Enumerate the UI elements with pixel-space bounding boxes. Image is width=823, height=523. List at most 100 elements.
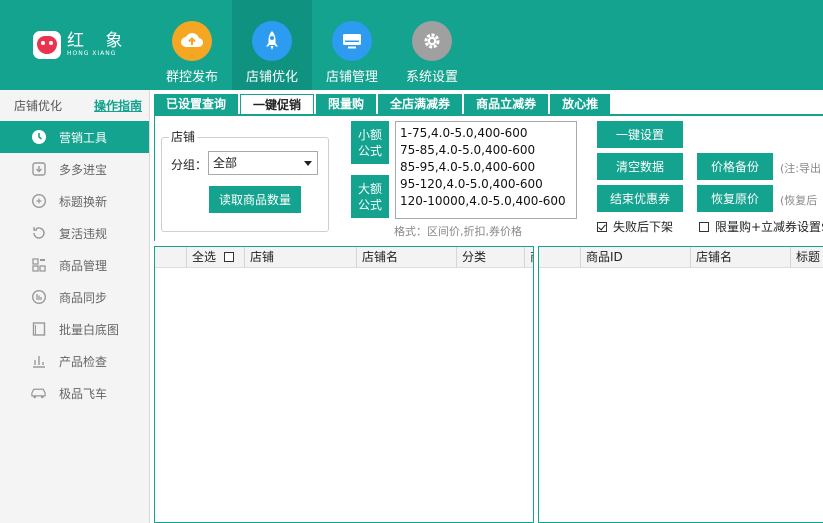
sidebar-item-product-check[interactable]: 产品检查 (0, 345, 149, 377)
column-header-goods[interactable]: 商 (524, 247, 533, 268)
grid-icon (30, 257, 47, 274)
end-coupon-button[interactable]: 结束优惠券 (597, 185, 683, 212)
column-header-category[interactable]: 分类 (456, 247, 524, 268)
sidebar-header: 店铺优化 操作指南 (0, 90, 149, 121)
tab-configured-query[interactable]: 已设置查询 (154, 94, 239, 114)
one-click-set-button[interactable]: 一键设置 (597, 121, 683, 148)
restore-note: (恢复后 (780, 194, 818, 207)
formula-hint: 格式：区间价,折扣,券价格 (394, 225, 522, 238)
goods-table-header: 商品ID 店铺名 标题 (539, 247, 823, 268)
sidebar-item-label: 商品管理 (59, 258, 108, 273)
goods-table: 商品ID 店铺名 标题 (538, 246, 823, 523)
sidebar-item-label: 极品飞车 (59, 386, 108, 401)
limit-buy-label: 限量购+立减券设置$ (715, 220, 823, 234)
sidebar-item-label: 复活违规 (59, 226, 108, 241)
topnav-label: 店铺管理 (325, 70, 378, 85)
revive-icon (30, 225, 47, 242)
sidebar-item-label: 产品检查 (59, 354, 108, 369)
topnav-publish[interactable]: 群控发布 (152, 0, 232, 90)
price-backup-button[interactable]: 价格备份 (697, 153, 773, 180)
large-formula-button[interactable]: 大额 公式 (351, 175, 389, 218)
formula-line: 95-120,4.0-5.0,400-600 (400, 177, 543, 191)
clock-icon (30, 129, 47, 146)
check-list-icon (30, 353, 47, 370)
gear-icon (412, 21, 452, 61)
shop-table-header: 全选 店铺 店铺名 分类 商 (155, 247, 533, 268)
sidebar-item-label: 批量白底图 (59, 322, 120, 337)
formula-textarea[interactable]: 1-75,4.0-5.0,400-600 75-85,4.0-5.0,400-6… (395, 121, 577, 219)
monitor-icon (332, 21, 372, 61)
promotion-tabs: 已设置查询 一键促销 限量购 全店满减券 商品立减券 放心推 (154, 94, 612, 114)
select-all-label: 全选 (192, 250, 217, 264)
read-goods-count-button[interactable]: 读取商品数量 (209, 186, 301, 213)
top-nav: 群控发布 店铺优化 店铺管理 系统设置 (152, 0, 472, 90)
sidebar-item-white-bg[interactable]: 批量白底图 (0, 313, 149, 345)
fail-offshelf-option[interactable]: 失败后下架 (597, 218, 673, 235)
chevron-down-icon (304, 161, 312, 166)
formula-line: 85-95,4.0-5.0,400-600 (400, 160, 536, 174)
topnav-settings[interactable]: 系统设置 (392, 0, 472, 90)
tab-one-click-promo[interactable]: 一键促销 (240, 94, 315, 114)
fail-offshelf-label: 失败后下架 (613, 220, 674, 234)
column-header-shop-name[interactable]: 店铺名 (690, 247, 790, 268)
limit-buy-option[interactable]: 限量购+立减券设置$ (699, 218, 823, 235)
topnav-shop-optimize[interactable]: 店铺优化 (232, 0, 312, 90)
sidebar-item-label: 商品同步 (59, 290, 108, 305)
group-select[interactable]: 全部 (208, 151, 318, 175)
sidebar-item-label: 多多进宝 (59, 162, 108, 177)
sidebar-item-speed-car[interactable]: 极品飞车 (0, 377, 149, 409)
sidebar: 店铺优化 操作指南 营销工具 多多进宝 标题换新 复活违规 商品管理 商品同步 … (0, 90, 150, 523)
tab-goods-coupon[interactable]: 商品立减券 (464, 94, 549, 114)
download-box-icon (30, 161, 47, 178)
sidebar-item-goods-sync[interactable]: 商品同步 (0, 281, 149, 313)
tab-trust-promote[interactable]: 放心推 (550, 94, 611, 114)
sidebar-item-duoduo[interactable]: 多多进宝 (0, 153, 149, 185)
formula-line: 1-75,4.0-5.0,400-600 (400, 126, 528, 140)
large-formula-label: 大额 公式 (357, 181, 382, 212)
group-label: 分组： (171, 158, 208, 172)
brand-name: 红 象 (67, 31, 131, 51)
small-formula-button[interactable]: 小额 公式 (351, 121, 389, 164)
limit-buy-checkbox[interactable] (699, 221, 709, 232)
formula-line: 75-85,4.0-5.0,400-600 (400, 143, 536, 157)
sidebar-item-marketing-tools[interactable]: 营销工具 (0, 121, 149, 153)
rocket-icon (252, 21, 292, 61)
brand-logo: 红 象 HONG XIANG (33, 31, 130, 59)
column-header-shop-name[interactable]: 店铺名 (356, 247, 456, 268)
select-all-header[interactable]: 全选 (186, 247, 244, 268)
tab-limited-buy[interactable]: 限量购 (316, 94, 377, 114)
small-formula-label: 小额 公式 (357, 127, 382, 158)
car-icon (30, 385, 47, 402)
image-icon (30, 321, 47, 338)
topnav-label: 系统设置 (405, 70, 458, 85)
brand-name-en: HONG XIANG (67, 50, 117, 57)
sidebar-title: 店铺优化 (14, 99, 63, 113)
guide-link[interactable]: 操作指南 (94, 97, 142, 114)
elephant-logo-icon (33, 31, 61, 59)
top-header: 红 象 HONG XIANG 群控发布 店铺优化 店铺管理 系统设置 (0, 0, 823, 90)
sidebar-item-revive[interactable]: 复活违规 (0, 217, 149, 249)
cloud-upload-icon (172, 21, 212, 61)
column-header-goods-id[interactable]: 商品ID (580, 247, 690, 268)
topnav-shop-manage[interactable]: 店铺管理 (312, 0, 392, 90)
column-header-title[interactable]: 标题 (790, 247, 823, 268)
sidebar-item-goods-manage[interactable]: 商品管理 (0, 249, 149, 281)
sidebar-item-label: 标题换新 (59, 194, 108, 209)
column-header-shop[interactable]: 店铺 (244, 247, 356, 268)
tag-icon (30, 193, 47, 210)
shop-legend: 店铺 (169, 128, 198, 145)
group-select-value: 全部 (213, 156, 238, 170)
fail-offshelf-checkbox[interactable] (597, 221, 607, 232)
restore-price-button[interactable]: 恢复原价 (697, 185, 773, 212)
formula-line: 120-10000,4.0-5.0,400-600 (400, 194, 566, 208)
backup-note: (注:导出 (780, 162, 821, 175)
sidebar-item-label: 营销工具 (59, 130, 108, 145)
clear-data-button[interactable]: 清空数据 (597, 153, 683, 180)
sync-icon (30, 289, 47, 306)
tab-store-coupon[interactable]: 全店满减券 (378, 94, 463, 114)
sidebar-item-title-renew[interactable]: 标题换新 (0, 185, 149, 217)
topnav-label: 群控发布 (165, 70, 218, 85)
topnav-label: 店铺优化 (245, 70, 298, 85)
shop-table: 全选 店铺 店铺名 分类 商 (154, 246, 534, 523)
select-all-checkbox[interactable] (224, 251, 235, 262)
